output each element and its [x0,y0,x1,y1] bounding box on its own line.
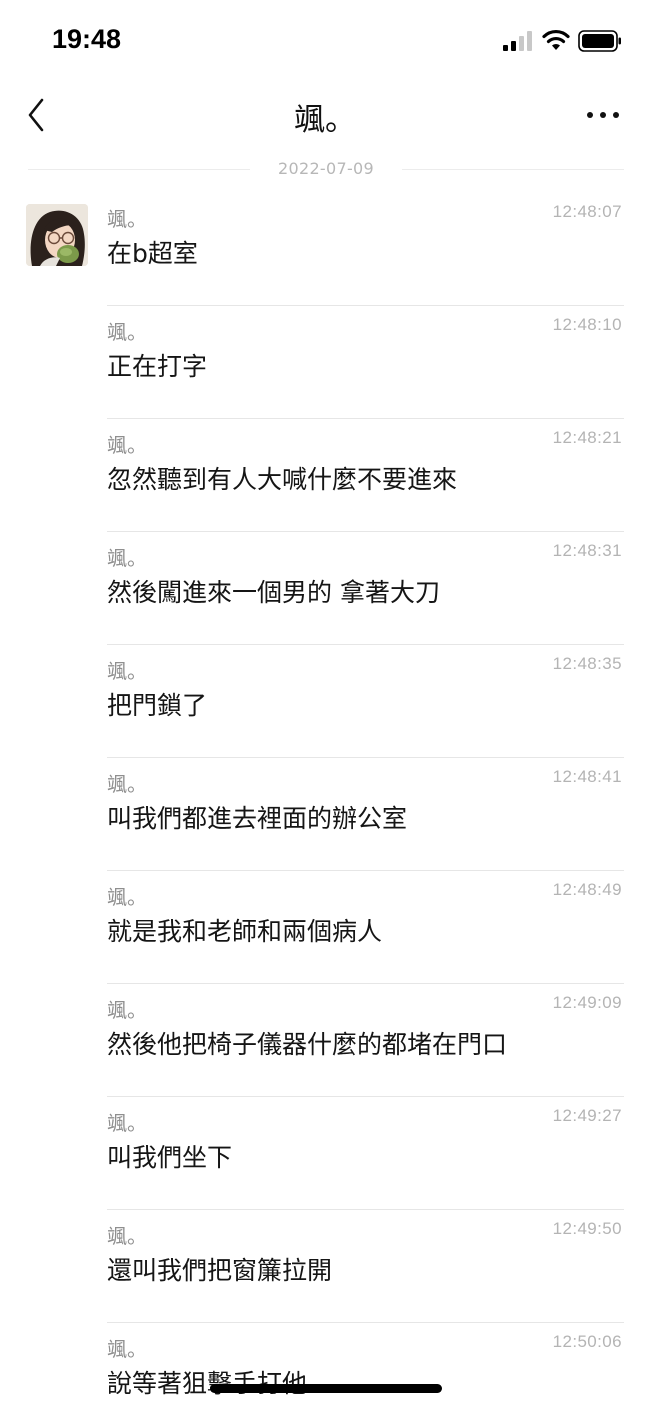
message-sender: 颯。 [107,885,147,909]
message-item[interactable]: 颯。 12:49:27 叫我們坐下 [107,1097,624,1210]
message-item[interactable]: 颯。 12:48:31 然後闖進來一個男的 拿著大刀 [107,532,624,645]
message-item[interactable]: 颯。 12:48:49 就是我和老師和兩個病人 [107,871,624,984]
message-sender: 颯。 [107,320,147,344]
date-divider: 2022-07-09 [28,158,624,182]
message-timestamp: 12:48:10 [552,315,622,334]
message-text: 在b超室 [107,239,198,268]
message-text: 忽然聽到有人大喊什麼不要進來 [107,465,458,494]
message-item[interactable]: 颯。 12:48:07 在b超室 [107,193,624,306]
battery-icon [578,30,621,52]
ellipsis-icon[interactable] [580,98,626,132]
message-item[interactable]: 颯。 12:48:35 把門鎖了 [107,645,624,758]
message-timestamp: 12:49:09 [552,993,622,1012]
message-timestamp: 12:48:41 [552,767,622,786]
message-sender: 颯。 [107,1224,147,1248]
message-timestamp: 12:49:27 [552,1106,622,1125]
message-text: 然後闖進來一個男的 拿著大刀 [107,578,440,607]
message-sender: 颯。 [107,546,147,570]
message-sender: 颯。 [107,1111,147,1135]
message-sender: 颯。 [107,659,147,683]
message-timestamp: 12:48:49 [552,880,622,899]
message-text: 然後他把椅子儀器什麼的都堵在門口 [107,1030,508,1059]
nav-header: 颯。 [0,82,650,148]
status-time: 19:48 [52,24,122,54]
message-timestamp: 12:49:50 [552,1219,622,1238]
message-sender: 颯。 [107,772,147,796]
message-text: 就是我和老師和兩個病人 [107,917,383,946]
message-sender: 颯。 [107,1337,147,1361]
message-item[interactable]: 颯。 12:48:10 正在打字 [107,306,624,419]
message-item[interactable]: 颯。 12:48:41 叫我們都進去裡面的辦公室 [107,758,624,871]
cellular-signal-icon [503,31,532,51]
message-timestamp: 12:48:31 [552,541,622,560]
message-sender: 颯。 [107,207,147,231]
message-timestamp: 12:48:35 [552,654,622,673]
message-text: 叫我們坐下 [107,1143,233,1172]
status-bar: 19:48 [0,0,650,80]
message-text: 叫我們都進去裡面的辦公室 [107,804,408,833]
message-item[interactable]: 颯。 12:48:21 忽然聽到有人大喊什麼不要進來 [107,419,624,532]
home-indicator[interactable] [210,1384,442,1393]
avatar[interactable] [26,204,88,266]
divider-line [402,169,624,170]
message-text: 把門鎖了 [107,691,208,720]
message-text: 正在打字 [107,352,208,381]
message-text: 還叫我們把窗簾拉開 [107,1256,333,1285]
message-sender: 颯。 [107,433,147,457]
message-item[interactable]: 颯。 12:49:50 還叫我們把窗簾拉開 [107,1210,624,1323]
message-timestamp: 12:48:07 [552,202,622,221]
message-item[interactable]: 颯。 12:50:06 說等著狙擊手打他 [107,1323,624,1406]
chat-title: 颯。 [294,102,356,138]
wifi-icon [542,29,570,50]
message-timestamp: 12:48:21 [552,428,622,447]
message-text: 說等著狙擊手打他 [107,1369,308,1398]
message-sender: 颯。 [107,998,147,1022]
message-item[interactable]: 颯。 12:49:09 然後他把椅子儀器什麼的都堵在門口 [107,984,624,1097]
message-timestamp: 12:50:06 [552,1332,622,1351]
